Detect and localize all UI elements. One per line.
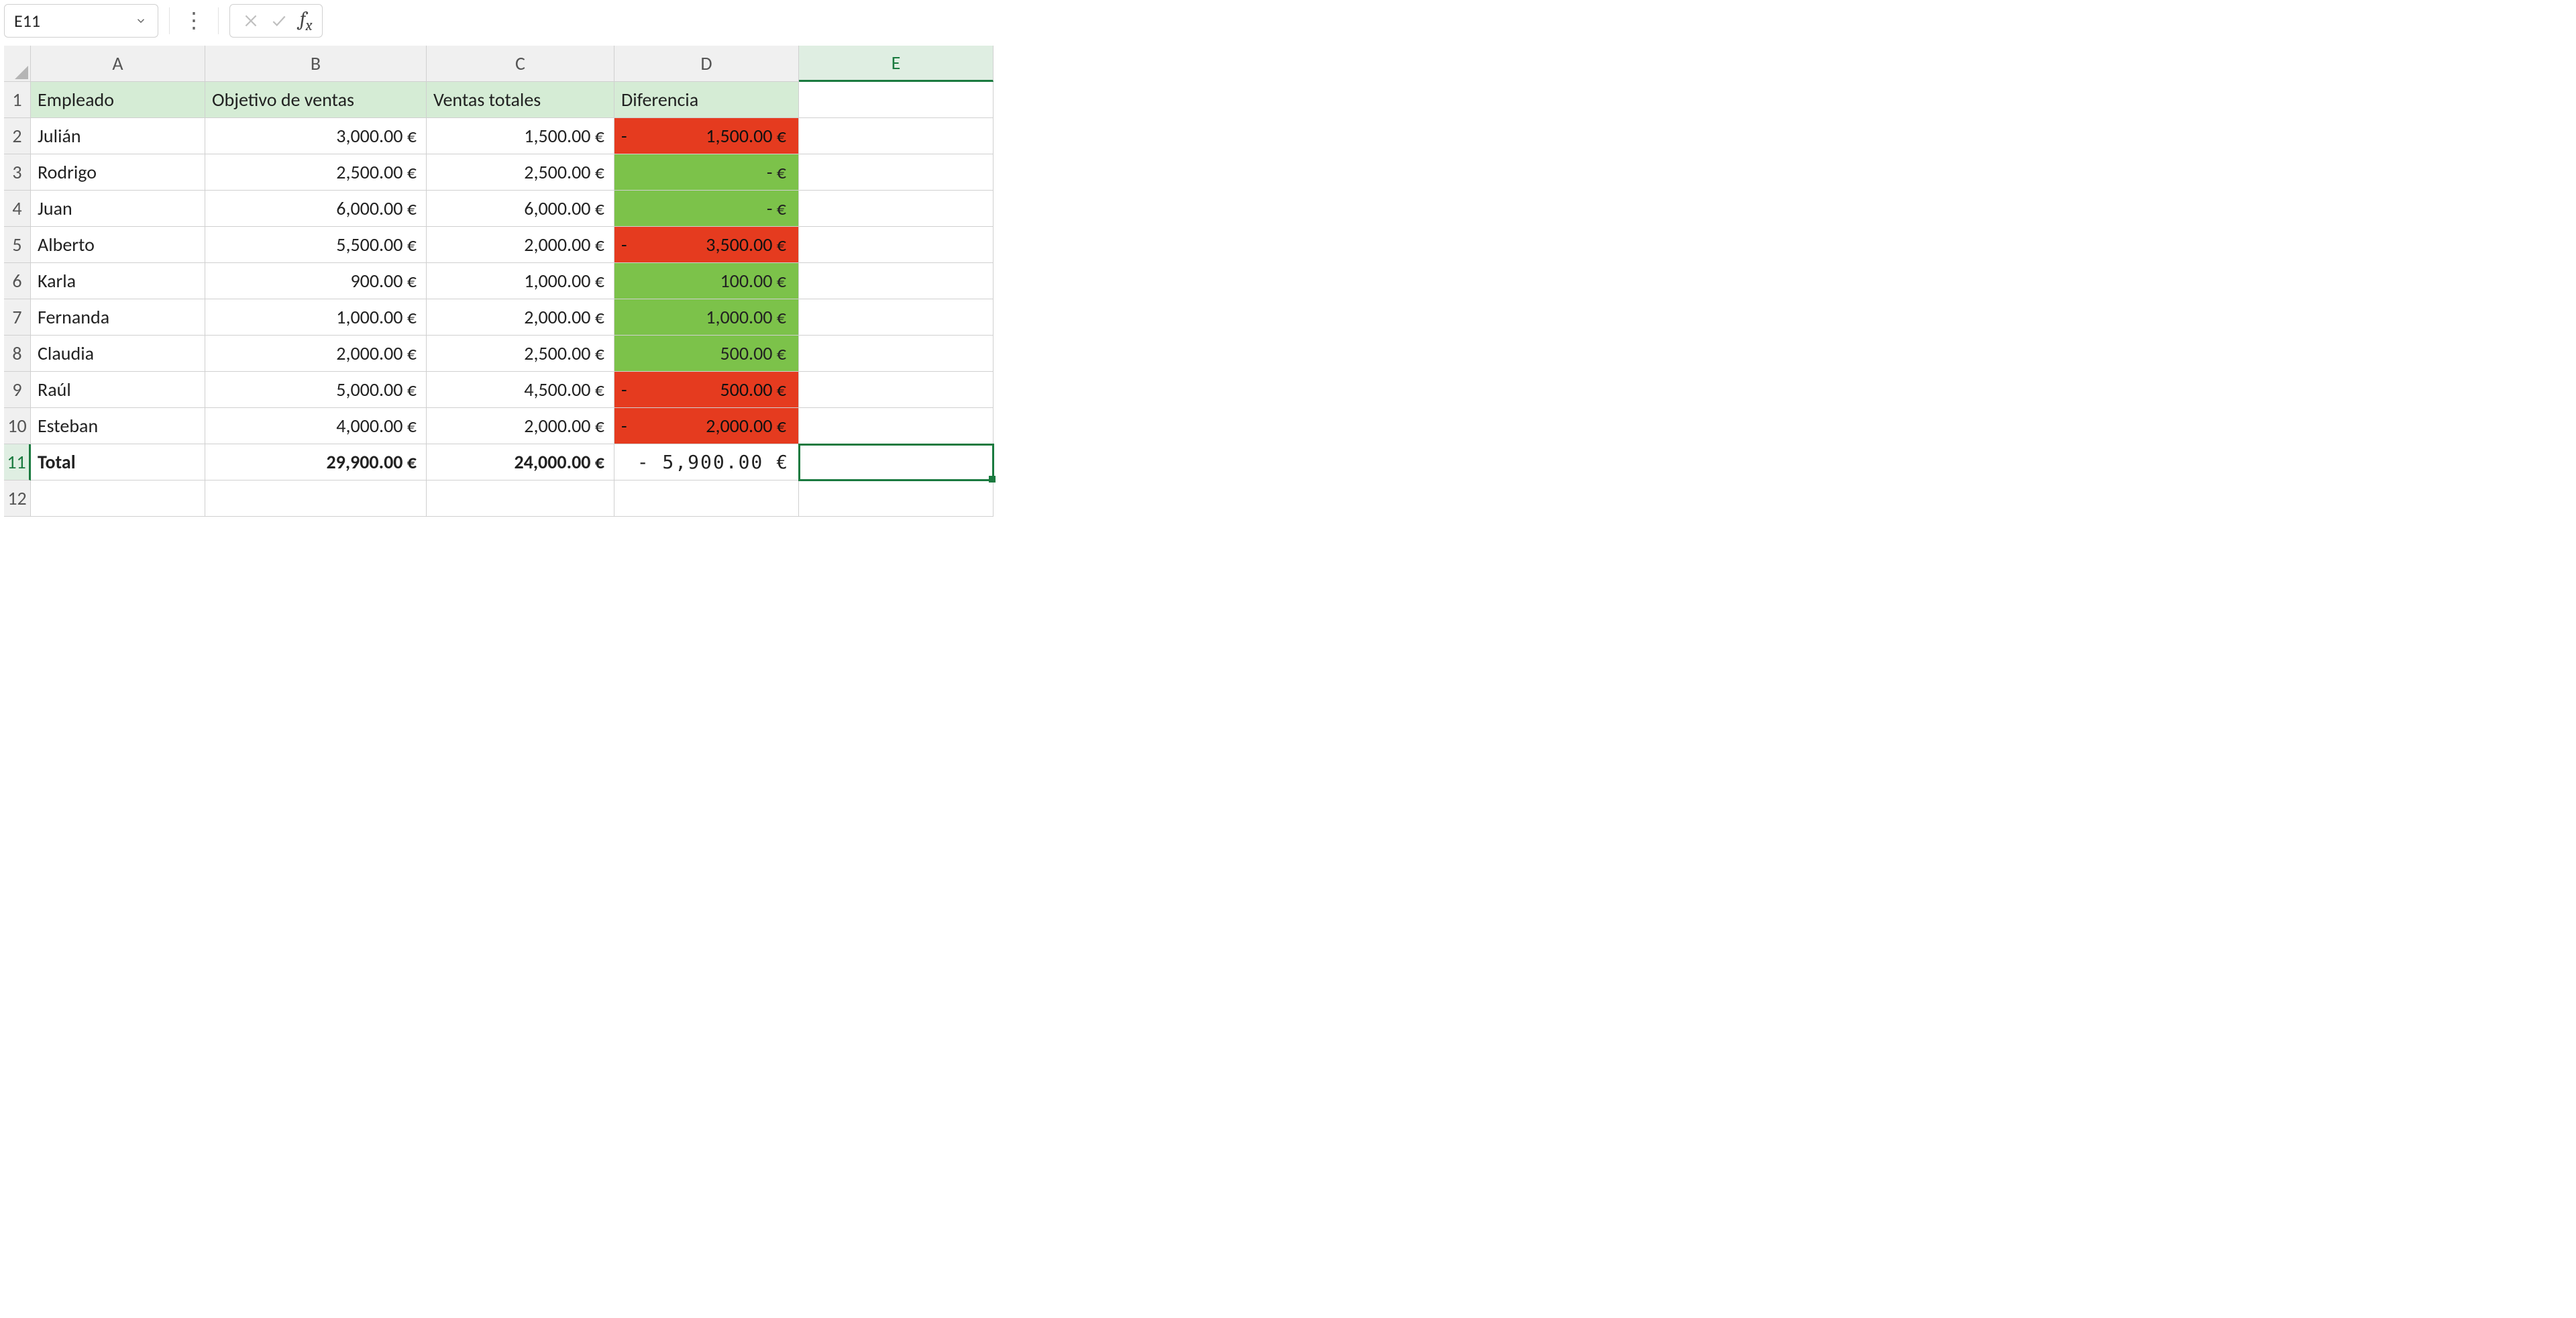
column-header-E[interactable]: E [799, 46, 994, 82]
cell-A6[interactable]: Karla [31, 263, 205, 299]
cell-A4[interactable]: Juan [31, 191, 205, 227]
formula-controls: fx [229, 4, 323, 38]
cell-A9[interactable]: Raúl [31, 372, 205, 408]
cell-C8[interactable]: 2,500.00 € [427, 336, 614, 372]
row-header-3[interactable]: 3 [4, 154, 31, 191]
name-box[interactable]: E11 [4, 4, 158, 38]
chevron-down-icon[interactable] [133, 13, 148, 28]
cell-D1[interactable]: Diferencia [614, 82, 799, 118]
cell-E2[interactable] [799, 118, 994, 154]
cell-D10[interactable]: -2,000.00 € [614, 408, 799, 444]
cell-C6[interactable]: 1,000.00 € [427, 263, 614, 299]
row-header-9[interactable]: 9 [4, 372, 31, 408]
formula-bar: E11 ⋮ fx [4, 4, 2572, 38]
cell-B11[interactable]: 29,900.00 € [205, 444, 427, 480]
cell-D12[interactable] [614, 480, 799, 517]
cell-E3[interactable] [799, 154, 994, 191]
column-header-A[interactable]: A [31, 46, 205, 82]
row-header-12[interactable]: 12 [4, 480, 31, 517]
cell-C12[interactable] [427, 480, 614, 517]
column-header-C[interactable]: C [427, 46, 614, 82]
cell-B9[interactable]: 5,000.00 € [205, 372, 427, 408]
cell-A2[interactable]: Julián [31, 118, 205, 154]
cell-B8[interactable]: 2,000.00 € [205, 336, 427, 372]
cell-A8[interactable]: Claudia [31, 336, 205, 372]
cell-D3[interactable]: - € [614, 154, 799, 191]
cell-E10[interactable] [799, 408, 994, 444]
cell-E4[interactable] [799, 191, 994, 227]
row-header-5[interactable]: 5 [4, 227, 31, 263]
separator [169, 7, 170, 34]
cell-A1[interactable]: Empleado [31, 82, 205, 118]
cell-C4[interactable]: 6,000.00 € [427, 191, 614, 227]
column-header-B[interactable]: B [205, 46, 427, 82]
cell-B3[interactable]: 2,500.00 € [205, 154, 427, 191]
cell-B6[interactable]: 900.00 € [205, 263, 427, 299]
cell-C7[interactable]: 2,000.00 € [427, 299, 614, 336]
column-header-D[interactable]: D [614, 46, 799, 82]
cell-E8[interactable] [799, 336, 994, 372]
accept-icon[interactable] [268, 12, 290, 30]
cell-C5[interactable]: 2,000.00 € [427, 227, 614, 263]
cell-C9[interactable]: 4,500.00 € [427, 372, 614, 408]
cell-B4[interactable]: 6,000.00 € [205, 191, 427, 227]
cell-C2[interactable]: 1,500.00 € [427, 118, 614, 154]
cell-A12[interactable] [31, 480, 205, 517]
cell-E1[interactable] [799, 82, 994, 118]
cell-C1[interactable]: Ventas totales [427, 82, 614, 118]
row-header-11[interactable]: 11 [4, 444, 31, 480]
cell-E7[interactable] [799, 299, 994, 336]
cell-A7[interactable]: Fernanda [31, 299, 205, 336]
cell-D2[interactable]: -1,500.00 € [614, 118, 799, 154]
row-header-6[interactable]: 6 [4, 263, 31, 299]
cell-D9[interactable]: -500.00 € [614, 372, 799, 408]
row-header-2[interactable]: 2 [4, 118, 31, 154]
cell-C11[interactable]: 24,000.00 € [427, 444, 614, 480]
cell-A5[interactable]: Alberto [31, 227, 205, 263]
cell-E9[interactable] [799, 372, 994, 408]
more-icon[interactable]: ⋮ [180, 10, 207, 32]
separator [218, 7, 219, 34]
cell-D6[interactable]: 100.00 € [614, 263, 799, 299]
cell-C3[interactable]: 2,500.00 € [427, 154, 614, 191]
cell-D4[interactable]: - € [614, 191, 799, 227]
cell-E5[interactable] [799, 227, 994, 263]
cell-A3[interactable]: Rodrigo [31, 154, 205, 191]
cell-B7[interactable]: 1,000.00 € [205, 299, 427, 336]
row-header-10[interactable]: 10 [4, 408, 31, 444]
row-header-8[interactable]: 8 [4, 336, 31, 372]
cell-E6[interactable] [799, 263, 994, 299]
cell-B12[interactable] [205, 480, 427, 517]
cell-D7[interactable]: 1,000.00 € [614, 299, 799, 336]
cell-D8[interactable]: 500.00 € [614, 336, 799, 372]
cell-B5[interactable]: 5,500.00 € [205, 227, 427, 263]
cell-D11[interactable]: - 5,900.00 € [614, 444, 799, 480]
fx-label[interactable]: fx [296, 7, 313, 34]
name-box-value: E11 [14, 10, 40, 32]
select-all-corner[interactable] [4, 46, 31, 82]
cell-E12[interactable] [799, 480, 994, 517]
cell-A10[interactable]: Esteban [31, 408, 205, 444]
spreadsheet-grid[interactable]: ABCDE 1EmpleadoObjetivo de ventasVentas t… [4, 46, 2572, 517]
cell-B1[interactable]: Objetivo de ventas [205, 82, 427, 118]
cell-C10[interactable]: 2,000.00 € [427, 408, 614, 444]
row-header-1[interactable]: 1 [4, 82, 31, 118]
row-header-7[interactable]: 7 [4, 299, 31, 336]
cell-B10[interactable]: 4,000.00 € [205, 408, 427, 444]
cell-E11[interactable] [799, 444, 994, 480]
cell-A11[interactable]: Total [31, 444, 205, 480]
cancel-icon[interactable] [239, 12, 262, 30]
cell-B2[interactable]: 3,000.00 € [205, 118, 427, 154]
row-header-4[interactable]: 4 [4, 191, 31, 227]
cell-D5[interactable]: -3,500.00 € [614, 227, 799, 263]
